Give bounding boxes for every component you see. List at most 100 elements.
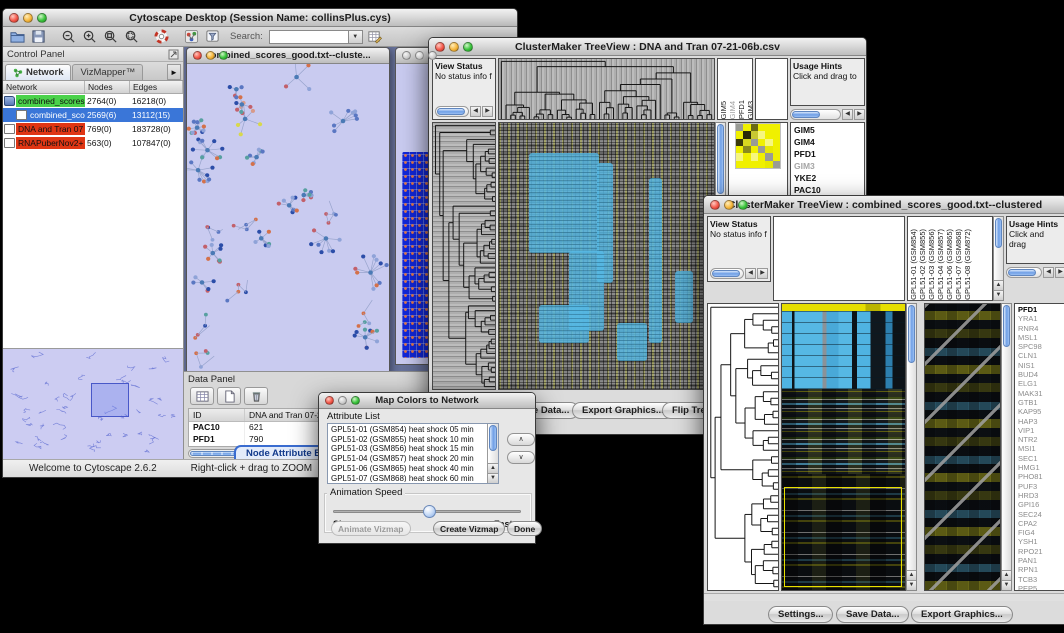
minimize-button[interactable] xyxy=(449,42,459,52)
gene-label[interactable]: RNR4 xyxy=(1018,324,1064,333)
vizmapper-icon[interactable] xyxy=(182,28,200,45)
edit-table-icon[interactable] xyxy=(366,28,384,45)
gene-label[interactable]: MSI1 xyxy=(1018,444,1064,453)
col-nodes[interactable]: Nodes xyxy=(85,81,130,93)
open-folder-icon[interactable] xyxy=(8,28,26,45)
delete-attribute-icon[interactable] xyxy=(244,387,268,405)
gene-label[interactable]: ELG1 xyxy=(1018,379,1064,388)
gene-label[interactable]: NIS1 xyxy=(1018,361,1064,370)
gene-label[interactable]: SEC24 xyxy=(1018,510,1064,519)
filter-icon[interactable] xyxy=(203,28,221,45)
view-status-scrollbar[interactable]: ◀▶ xyxy=(435,106,493,117)
attribute-item[interactable]: GPL51-04 (GSM857) heat shock 20 min xyxy=(331,454,486,464)
create-vizmap-button[interactable]: Create Vizmap xyxy=(433,521,505,536)
main-titlebar[interactable]: Cytoscape Desktop (Session Name: collins… xyxy=(3,9,517,27)
treeview2-zoom-heatmap[interactable] xyxy=(924,303,1001,591)
close-button[interactable] xyxy=(9,13,19,23)
gene-label[interactable]: GIM5 xyxy=(794,124,864,136)
treeview1-row-dendrogram[interactable] xyxy=(432,122,496,390)
done-button[interactable]: Done xyxy=(507,521,542,536)
gene-label[interactable]: SEC1 xyxy=(1018,454,1064,463)
gene-label[interactable]: PHO81 xyxy=(1018,472,1064,481)
close-button[interactable] xyxy=(435,42,445,52)
minimize-button[interactable] xyxy=(724,200,734,210)
network-row[interactable]: DNA and Tran 07 769(0) 183728(0) xyxy=(3,122,183,136)
close-button[interactable] xyxy=(193,51,202,60)
new-attribute-icon[interactable] xyxy=(217,387,241,405)
similarity-matrix[interactable] xyxy=(735,123,781,169)
save-data-button[interactable]: Save Data... xyxy=(836,606,909,623)
zoom-in-icon[interactable] xyxy=(80,28,98,45)
col-edges[interactable]: Edges xyxy=(130,81,183,93)
treeview2-column-dendrogram[interactable] xyxy=(773,216,905,301)
zoom-out-icon[interactable] xyxy=(59,28,77,45)
view-status-scrollbar[interactable]: ◀▶ xyxy=(710,268,768,279)
col-network[interactable]: Network xyxy=(3,81,85,93)
gene-label[interactable]: NTR2 xyxy=(1018,435,1064,444)
network-canvas[interactable] xyxy=(187,64,389,371)
minimize-button[interactable] xyxy=(338,396,347,405)
column-label[interactable]: GPL51-07 (GSM868) xyxy=(954,229,963,300)
gene-label[interactable]: TCB3 xyxy=(1018,575,1064,584)
zoom-fit-icon[interactable] xyxy=(101,28,119,45)
usage-hints-scrollbar[interactable]: ◀▶ xyxy=(1006,267,1064,278)
treeview1-titlebar[interactable]: ClusterMaker TreeView : DNA and Tran 07-… xyxy=(429,38,866,56)
zoom-button[interactable] xyxy=(738,200,748,210)
animation-speed-slider[interactable] xyxy=(333,510,521,513)
gene-label[interactable]: PFD1 xyxy=(794,148,864,160)
zoom-heatmap-scrollbar[interactable]: ▲▼ xyxy=(1001,303,1012,591)
column-label[interactable]: GPL51-01 (GSM854) xyxy=(909,229,918,300)
zoom-button[interactable] xyxy=(428,51,437,60)
column-label[interactable]: GPL51-08 (GSM872) xyxy=(963,229,972,300)
gene-label[interactable]: MSL1 xyxy=(1018,333,1064,342)
attribute-item[interactable]: GPL51-01 (GSM854) heat shock 05 min xyxy=(331,425,486,435)
gene-label[interactable]: YKE2 xyxy=(794,172,864,184)
gene-label[interactable]: GPI16 xyxy=(1018,500,1064,509)
gene-label[interactable]: KAP95 xyxy=(1018,407,1064,416)
move-up-button[interactable]: ∧ xyxy=(507,433,535,446)
column-label[interactable]: PFD1 xyxy=(737,100,746,119)
network-view-titlebar[interactable]: combined_scores_good.txt--cluste... xyxy=(187,48,389,64)
gene-label[interactable]: PEP5 xyxy=(1018,584,1064,591)
attribute-item[interactable]: GPL51-06 (GSM865) heat shock 40 min xyxy=(331,464,486,474)
gene-label[interactable]: CPA2 xyxy=(1018,519,1064,528)
gene-label[interactable]: RPO21 xyxy=(1018,547,1064,556)
export-graphics-button[interactable]: Export Graphics... xyxy=(572,402,674,419)
usage-hints-scrollbar[interactable]: ◀▶ xyxy=(790,109,865,120)
treeview1-column-dendrogram[interactable] xyxy=(498,58,715,120)
save-icon[interactable] xyxy=(29,28,47,45)
gene-label[interactable]: PAN1 xyxy=(1018,556,1064,565)
treeview2-row-dendrogram[interactable] xyxy=(707,303,779,591)
gene-label[interactable]: GIM4 xyxy=(794,136,864,148)
gene-label[interactable]: BUD4 xyxy=(1018,370,1064,379)
gene-label[interactable]: HRD3 xyxy=(1018,491,1064,500)
zoom-button[interactable] xyxy=(37,13,47,23)
export-graphics-button[interactable]: Export Graphics... xyxy=(911,606,1013,623)
gene-label[interactable]: GIM3 xyxy=(794,160,864,172)
col-id[interactable]: ID xyxy=(189,409,245,421)
gene-label[interactable]: FIG4 xyxy=(1018,528,1064,537)
overview-viewport-rect[interactable] xyxy=(91,383,129,417)
network-overview-panel[interactable] xyxy=(3,349,183,459)
zoom-button[interactable] xyxy=(463,42,473,52)
attribute-item[interactable]: GPL51-02 (GSM855) heat shock 10 min xyxy=(331,435,486,445)
gene-label[interactable]: YSH1 xyxy=(1018,537,1064,546)
attribute-list-scrollbar[interactable]: ▲▼ xyxy=(487,424,498,483)
search-dropdown-arrow[interactable]: ▼ xyxy=(349,30,363,44)
help-lifesaver-icon[interactable] xyxy=(152,28,170,45)
float-panel-icon[interactable] xyxy=(168,49,179,60)
attribute-table-icon[interactable] xyxy=(190,387,214,405)
column-label[interactable]: GIM5 xyxy=(719,101,728,119)
network-row[interactable]: RNAPuberNov2+ 563(0) 107847(0) xyxy=(3,136,183,150)
treeview2-heatmap-scrollbar[interactable]: ▲▼ xyxy=(906,303,917,591)
gene-label[interactable]: SPC98 xyxy=(1018,342,1064,351)
attribute-item[interactable]: GPL51-07 (GSM868) heat shock 60 min xyxy=(331,474,486,482)
network-row[interactable]: combined_sco 2569(6) 13112(15) xyxy=(3,108,183,122)
gene-label[interactable]: HAP3 xyxy=(1018,417,1064,426)
column-labels-scrollbar[interactable]: ▲▼ xyxy=(993,216,1004,301)
tab-network[interactable]: Network xyxy=(5,64,71,80)
treeview2-heatmap[interactable] xyxy=(781,303,906,591)
zoom-button[interactable] xyxy=(219,51,228,60)
column-label[interactable]: GPL51-03 (GSM856) xyxy=(927,229,936,300)
gene-label[interactable]: PUF3 xyxy=(1018,482,1064,491)
